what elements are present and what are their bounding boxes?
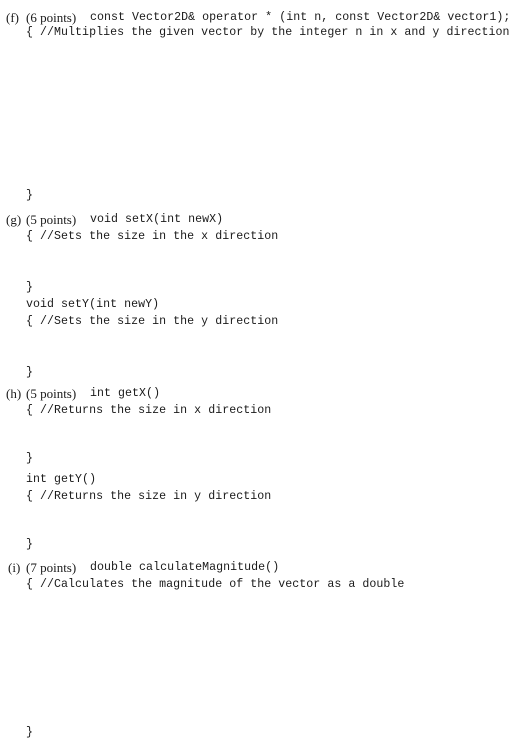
code-comment: { //Returns the size in x direction (26, 404, 272, 417)
question-label: (h) (6, 386, 22, 401)
question-label: (g) (6, 212, 22, 227)
closing-brace: } (26, 366, 34, 379)
code-comment: { //Returns the size in y direction (26, 490, 272, 503)
question-label: (f) (6, 10, 19, 25)
points-text: (5 points) (26, 386, 77, 401)
points-text: (5 points) (26, 212, 77, 227)
function-signature: int getX() (90, 387, 161, 400)
function-signature: int getY() (26, 473, 97, 486)
closing-brace: } (26, 281, 34, 294)
code-comment: { //Multiplies the given vector by the i… (26, 26, 510, 39)
closing-brace: } (26, 726, 34, 739)
function-signature: void setY(int newY) (26, 298, 160, 311)
code-comment: { //Sets the size in the x direction (26, 230, 279, 243)
closing-brace: } (26, 538, 34, 551)
function-signature: void setX(int newX) (90, 213, 224, 226)
closing-brace: } (26, 452, 34, 465)
function-signature: const Vector2D& operator * (int n, const… (90, 11, 511, 24)
code-comment: { //Sets the size in the y direction (26, 315, 279, 328)
question-label: (i) (8, 560, 21, 575)
function-signature: double calculateMagnitude() (90, 561, 280, 574)
points-text: (7 points) (26, 560, 77, 575)
closing-brace: } (26, 189, 34, 202)
code-comment: { //Calculates the magnitude of the vect… (26, 578, 405, 591)
points-text: (6 points) (26, 10, 77, 25)
